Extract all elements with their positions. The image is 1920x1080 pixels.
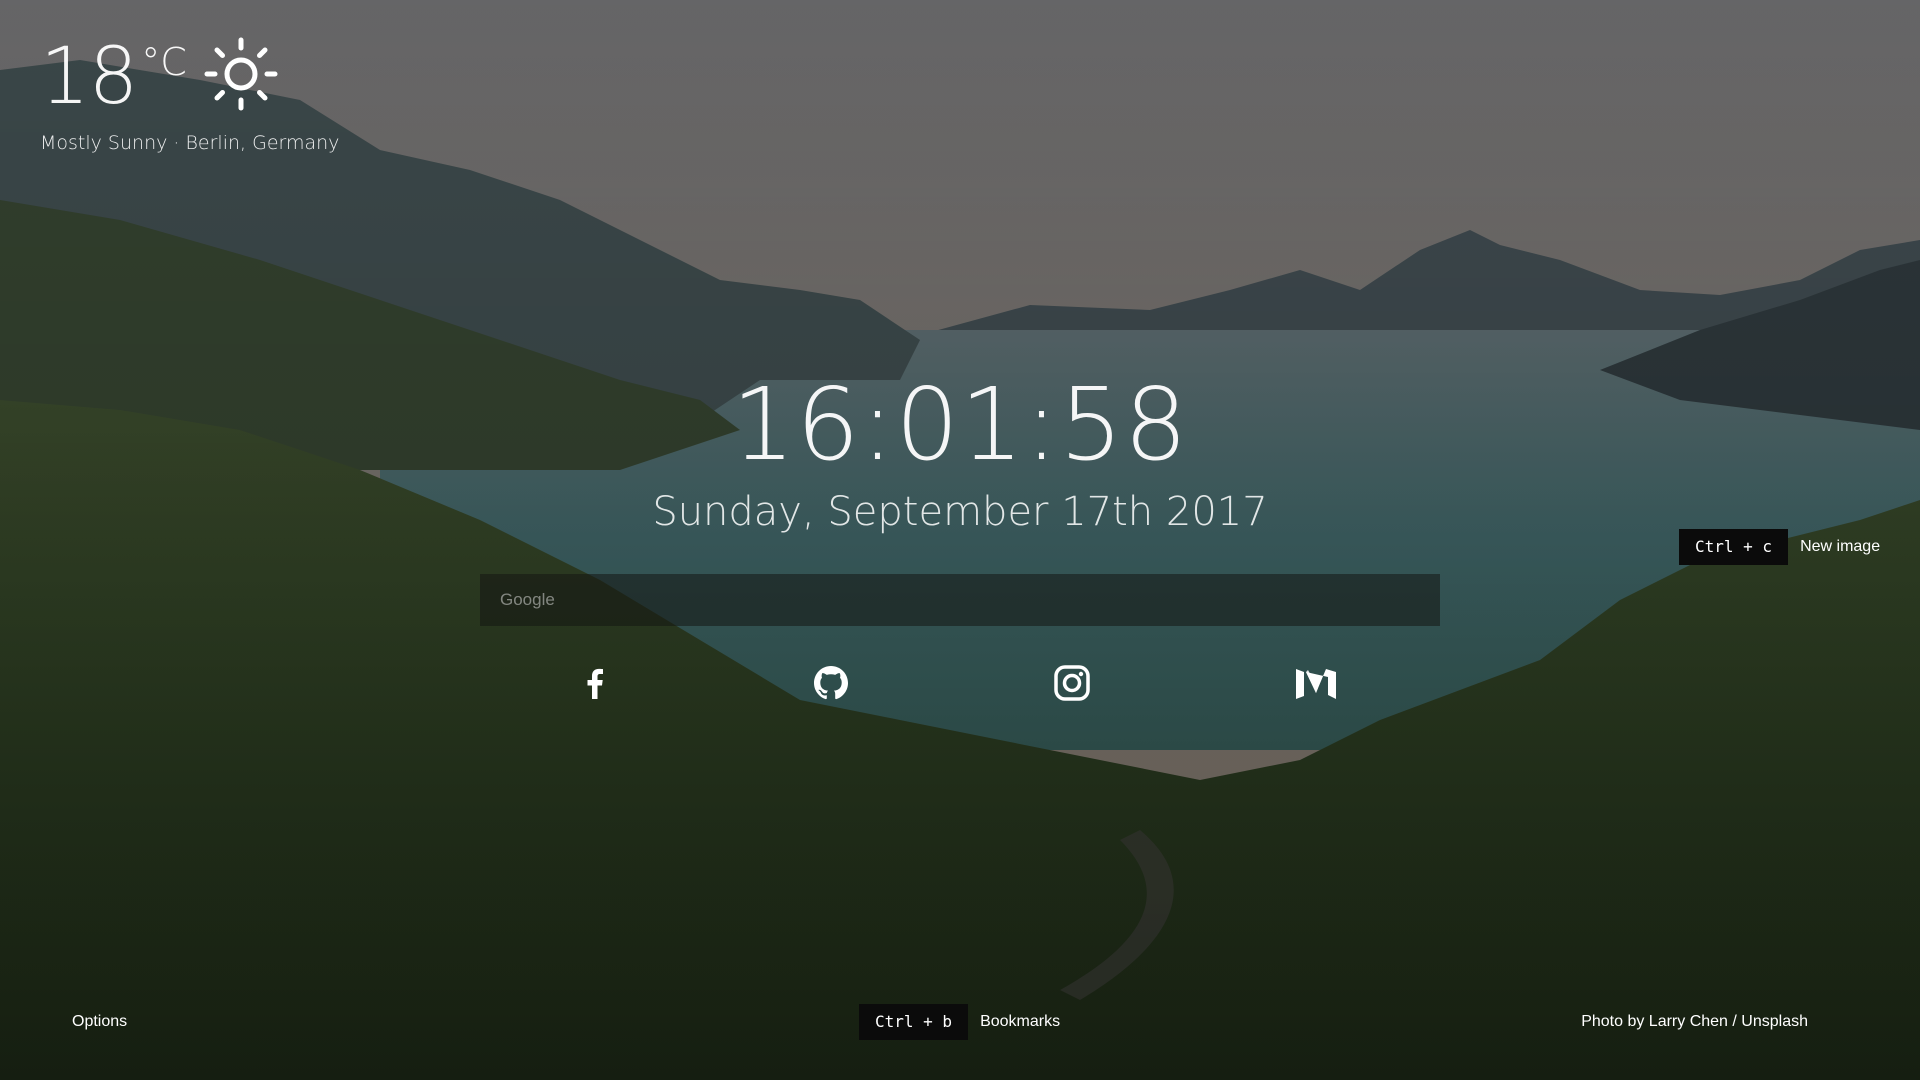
- bookmarks-button[interactable]: Bookmarks: [980, 1013, 1060, 1031]
- search-input[interactable]: [480, 574, 1440, 626]
- facebook-link[interactable]: [572, 660, 618, 706]
- new-image-shortcut: Ctrl + c New image: [1679, 529, 1880, 565]
- weather-widget: 18 °C Mostly Sunny · Berlin, Germany: [40, 32, 339, 154]
- social-links: [0, 660, 1920, 710]
- unsplash-link[interactable]: Unsplash: [1741, 1013, 1808, 1030]
- photo-credit: Photo by Larry Chen / Unsplash: [1581, 1013, 1808, 1031]
- bookmarks-shortcut: Ctrl + b Bookmarks: [859, 1004, 1060, 1040]
- credit-separator: /: [1727, 1013, 1742, 1030]
- temperature-unit: °C: [141, 40, 187, 84]
- github-icon: [814, 666, 848, 700]
- clock-time: 16:01:58: [731, 366, 1189, 483]
- medium-icon: [1296, 669, 1336, 699]
- credit-prefix: Photo by: [1581, 1013, 1649, 1030]
- temperature: 18: [40, 32, 138, 122]
- new-image-button[interactable]: New image: [1800, 538, 1880, 556]
- photographer-link[interactable]: Larry Chen: [1649, 1013, 1728, 1030]
- options-button[interactable]: Options: [72, 1013, 127, 1031]
- instagram-icon: [1054, 665, 1090, 701]
- bookmarks-keys: Ctrl + b: [859, 1004, 969, 1040]
- new-image-keys: Ctrl + c: [1679, 529, 1789, 565]
- instagram-link[interactable]: [1049, 660, 1095, 706]
- medium-link[interactable]: [1293, 660, 1339, 706]
- weather-description: Mostly Sunny · Berlin, Germany: [40, 132, 340, 154]
- facebook-icon: [587, 668, 603, 699]
- clock-date: Sunday, September 17th 2017: [652, 489, 1268, 535]
- background-photo: [0, 0, 1920, 1080]
- github-link[interactable]: [808, 660, 854, 706]
- sun-icon: [204, 37, 278, 111]
